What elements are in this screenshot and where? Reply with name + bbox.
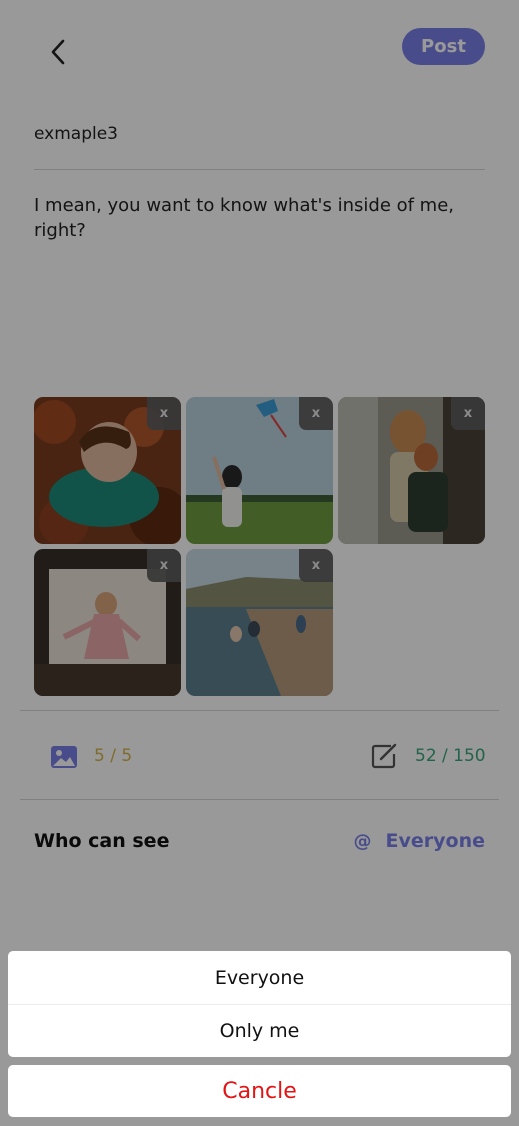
option-only-me[interactable]: Only me [8,1004,511,1057]
visibility-action-sheet: Everyone Only me [8,951,511,1057]
cancel-button[interactable]: Cancle [8,1065,511,1117]
option-everyone[interactable]: Everyone [8,951,511,1004]
